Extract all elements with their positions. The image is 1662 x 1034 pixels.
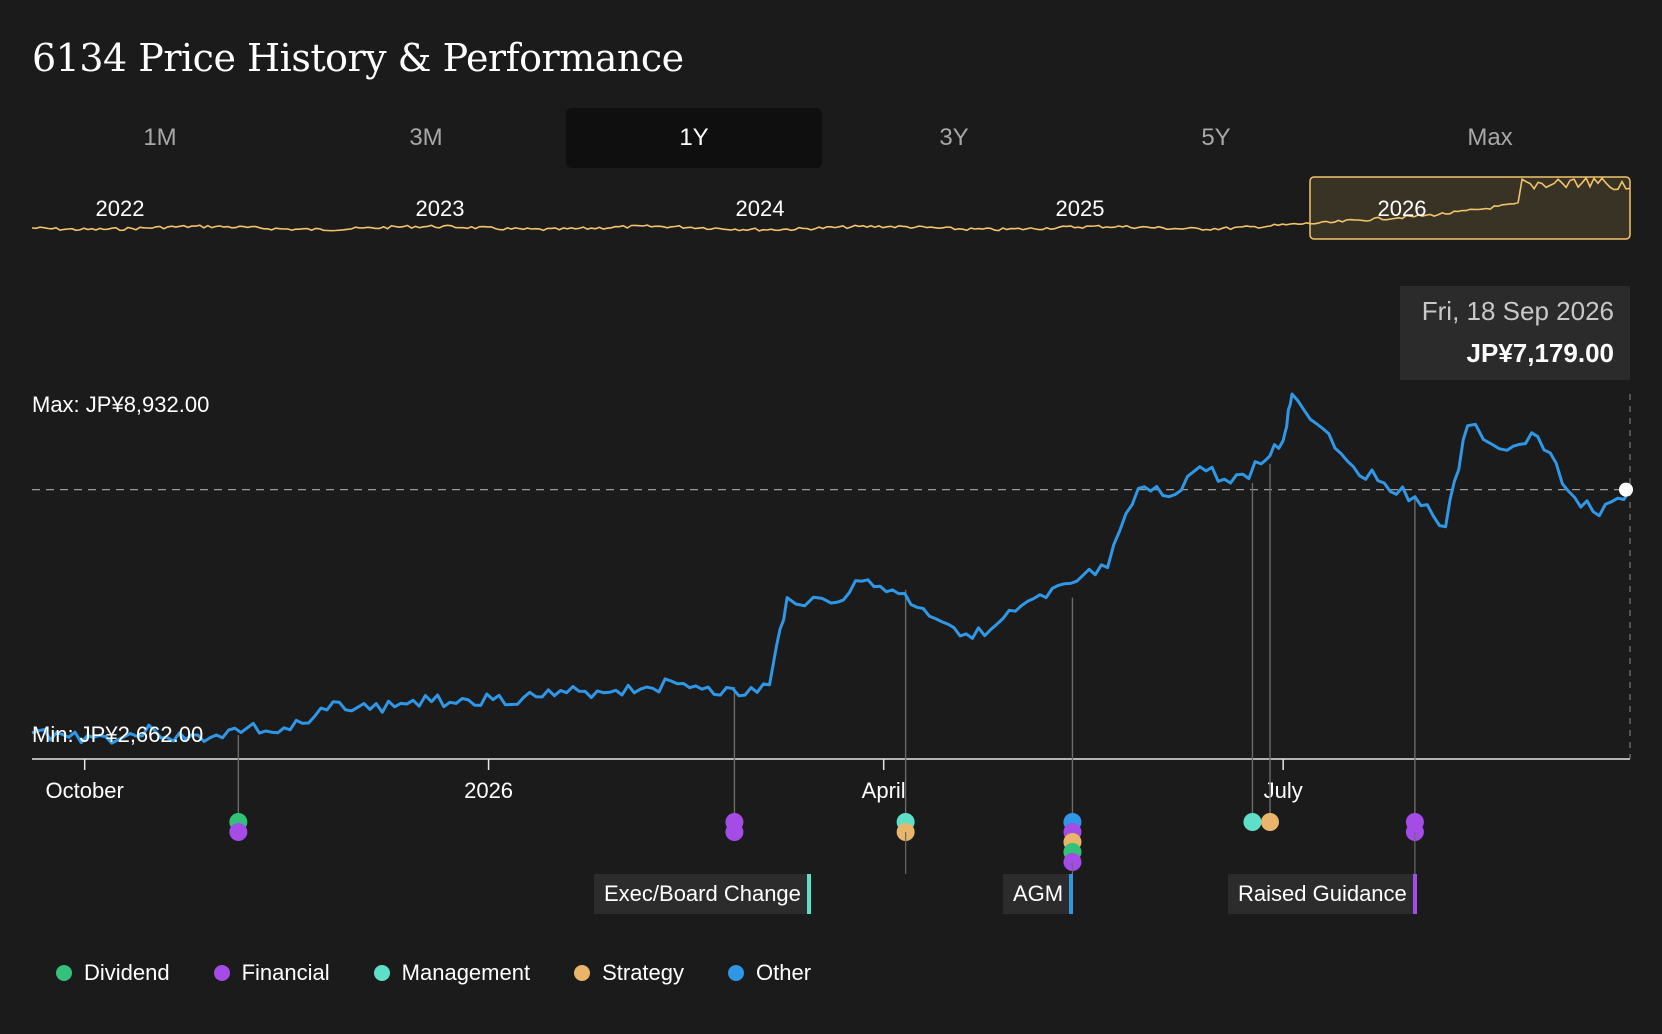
strategy-dot-icon (574, 965, 591, 981)
tooltip-price: JP¥7,179.00 (1466, 338, 1614, 368)
legend-item-dividend[interactable]: Dividend (56, 960, 170, 986)
tooltip-date: Fri, 18 Sep 2026 (1421, 296, 1614, 326)
event-dot (229, 823, 248, 841)
main-chart: October 2026 April JulyMax: JP¥8,932.00Min:… (31, 392, 1633, 874)
x-tick-label: 2026 (464, 778, 513, 803)
event-label-text: AGM (1013, 881, 1064, 906)
event-label-marker (806, 874, 811, 914)
navigator-year-label: 2024 (736, 196, 785, 221)
financial-dot-icon (213, 965, 230, 981)
legend-label: Dividend (84, 960, 170, 985)
x-tick-label: April (862, 778, 906, 803)
event-label-text: Exec/Board Change (604, 881, 801, 906)
event-dot (1261, 813, 1280, 831)
event-label-text: Raised Guidance (1238, 881, 1407, 906)
navigator-year-label: 2025 (1056, 196, 1105, 221)
event-dot (1243, 813, 1262, 831)
hover-tooltip: Fri, 18 Sep 2026 JP¥7,179.00 (1400, 286, 1630, 380)
legend: Dividend Financial Management Strategy O… (56, 960, 855, 986)
legend-item-financial[interactable]: Financial (213, 960, 330, 986)
legend-item-strategy[interactable]: Strategy (574, 960, 684, 986)
management-dot-icon (373, 965, 390, 981)
price-line (31, 392, 1632, 745)
y-max-label: Max: JP¥8,932.00 (32, 392, 209, 417)
y-min-label: Min: JP¥2,662.00 (32, 722, 203, 747)
navigator: 2022 2023 2024 2025 2026 (31, 176, 1631, 240)
navigator-year-label: 2023 (416, 196, 465, 221)
legend-label: Other (756, 960, 812, 985)
navigator-selection (1309, 176, 1631, 240)
legend-item-management[interactable]: Management (373, 960, 531, 986)
navigator-year-label: 2022 (96, 196, 145, 221)
event-dot (725, 823, 744, 841)
current-price-point (1619, 482, 1633, 497)
legend-label: Management (401, 960, 531, 985)
dividend-dot-icon (56, 965, 72, 981)
event-label-marker (1069, 874, 1074, 914)
navigator-year-label: 2026 (1378, 196, 1427, 221)
legend-label: Financial (241, 960, 330, 985)
x-tick-label: October (46, 778, 124, 803)
legend-label: Strategy (602, 960, 685, 985)
event-label-raised-guidance[interactable]: Raised Guidance (1228, 874, 1417, 914)
event-label-marker (1412, 874, 1417, 914)
legend-item-other[interactable]: Other (728, 960, 811, 986)
other-dot-icon (728, 965, 745, 981)
event-label-agm[interactable]: AGM (1003, 874, 1074, 914)
event-label-exec-board-change[interactable]: Exec/Board Change (594, 874, 811, 914)
